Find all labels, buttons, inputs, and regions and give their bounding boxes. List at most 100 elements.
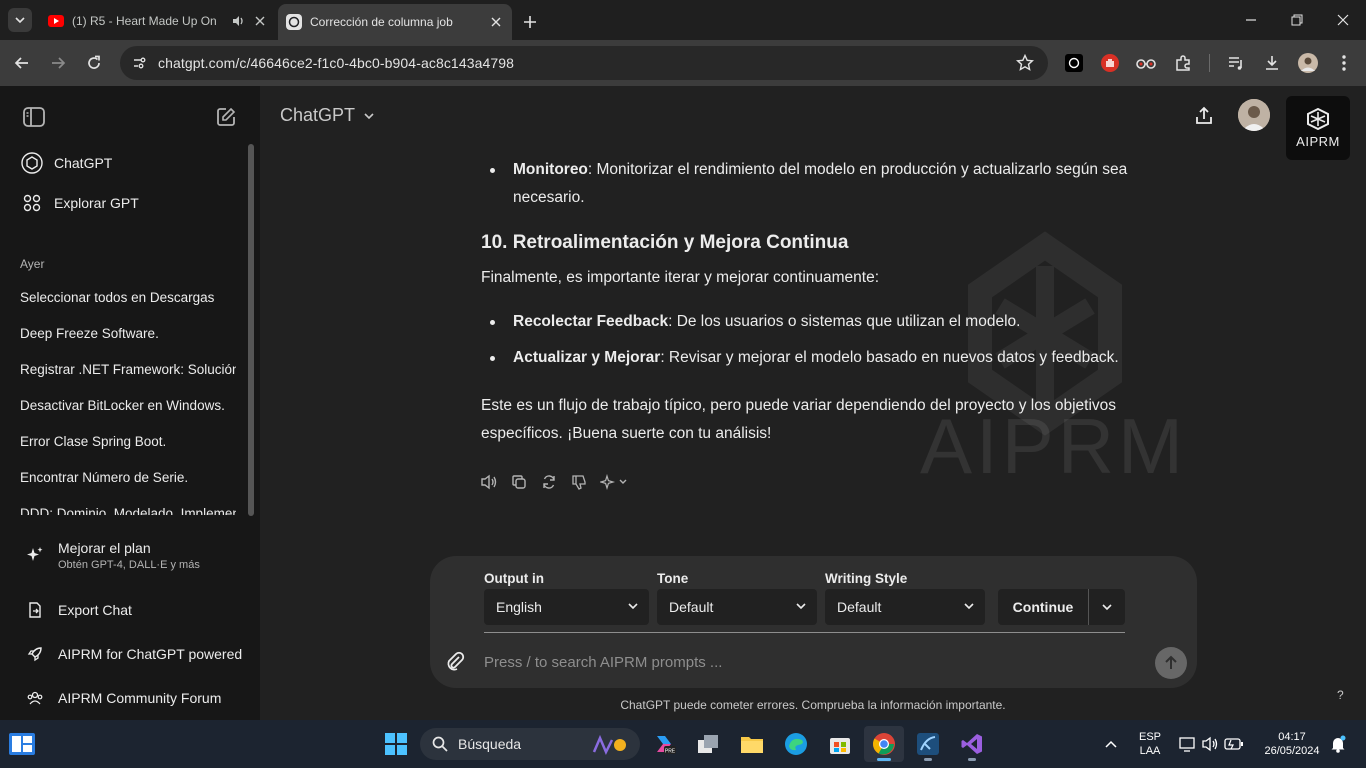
send-button[interactable] — [1155, 647, 1187, 679]
browser-tab-strip: (1) R5 - Heart Made Up On Corrección de … — [0, 0, 1366, 40]
tab-youtube[interactable]: (1) R5 - Heart Made Up On — [40, 6, 276, 36]
taskbar-search[interactable]: Búsqueda — [420, 728, 640, 760]
community-icon — [24, 687, 46, 709]
history-item[interactable]: Encontrar Número de Serie. — [10, 459, 236, 495]
taskbar-store[interactable] — [820, 726, 860, 762]
bookmark-star-icon[interactable] — [1015, 53, 1035, 77]
taskbar-edge[interactable] — [776, 726, 816, 762]
tone-select[interactable]: Default — [657, 589, 817, 625]
network-icon[interactable] — [1178, 734, 1198, 754]
aiprm-badge[interactable]: AIPRM — [1286, 96, 1350, 160]
profile-avatar-icon[interactable] — [1297, 52, 1319, 74]
forward-button[interactable] — [46, 51, 70, 75]
sidebar-item-explore-gpts[interactable]: Explorar GPT — [10, 185, 246, 221]
close-tab-icon[interactable] — [488, 14, 504, 30]
share-button[interactable] — [1192, 104, 1216, 128]
share-icon — [1196, 106, 1212, 124]
sidebar-link-label: AIPRM Community Forum — [58, 690, 222, 706]
keyboard-layout: LAA — [1139, 745, 1161, 757]
chat-history-list: Seleccionar todos en Descargas Deep Free… — [10, 279, 236, 516]
tab-title: (1) R5 - Heart Made Up On — [72, 14, 217, 28]
minimize-button[interactable] — [1228, 6, 1274, 34]
sidebar-item-label: ChatGPT — [54, 155, 113, 171]
search-label: Búsqueda — [458, 736, 522, 752]
extension-hand-icon[interactable] — [1099, 52, 1121, 74]
sidebar-scrollbar[interactable] — [248, 144, 254, 516]
regenerate-icon[interactable] — [539, 472, 559, 492]
taskbar-visual-studio[interactable] — [952, 726, 992, 762]
extension-glasses-icon[interactable] — [1135, 52, 1157, 74]
speaker-icon[interactable] — [230, 13, 246, 29]
list-item-text: : De los usuarios o sistemas que utiliza… — [668, 313, 1021, 330]
sidebar-icon — [23, 107, 45, 127]
notification-bell-icon[interactable] — [1328, 734, 1348, 754]
toggle-sidebar-button[interactable] — [21, 104, 47, 130]
browser-toolbar: chatgpt.com/c/46646ce2-f1c0-4bc0-b904-ac… — [0, 40, 1366, 86]
new-tab-button[interactable] — [518, 10, 542, 34]
prompt-input[interactable] — [484, 650, 1134, 674]
start-button[interactable] — [376, 726, 416, 762]
writing-style-select[interactable]: Default — [825, 589, 985, 625]
taskbar-copilot[interactable]: PRE — [644, 726, 684, 762]
sidebar-link-label: AIPRM for ChatGPT powered — [58, 646, 243, 662]
extensions-puzzle-icon[interactable] — [1172, 52, 1194, 74]
history-item[interactable]: Error Clase Spring Boot. — [10, 423, 236, 459]
continue-dropdown[interactable] — [1089, 601, 1125, 613]
export-chat-button[interactable]: Export Chat — [10, 598, 250, 622]
site-info-icon[interactable] — [126, 50, 152, 76]
taskbar-mysql-workbench[interactable] — [908, 726, 948, 762]
model-selector[interactable]: ChatGPT — [280, 105, 375, 126]
attach-file-button[interactable] — [444, 650, 466, 672]
taskbar-task-view[interactable] — [688, 726, 728, 762]
copy-icon[interactable] — [509, 472, 529, 492]
taskbar-file-explorer[interactable] — [732, 726, 772, 762]
history-item[interactable]: Desactivar BitLocker en Windows. — [10, 387, 236, 423]
upgrade-plan-button[interactable]: Mejorar el plan Obtén GPT-4, DALL·E y má… — [10, 534, 250, 576]
widgets-icon[interactable] — [8, 731, 36, 757]
continue-button[interactable]: Continue — [998, 589, 1125, 625]
workbench-icon — [917, 733, 939, 755]
new-chat-button[interactable] — [213, 104, 239, 130]
system-clock[interactable]: 04:17 26/05/2024 — [1252, 730, 1332, 758]
history-item[interactable]: Seleccionar todos en Descargas — [10, 279, 236, 315]
help-button[interactable]: ? — [1337, 688, 1344, 702]
history-item[interactable]: Registrar .NET Framework: Solución — [10, 351, 236, 387]
thumbs-down-icon[interactable] — [569, 472, 589, 492]
taskbar-chrome[interactable] — [864, 726, 904, 762]
browser-menu-icon[interactable] — [1333, 52, 1355, 74]
aiprm-community-forum-link[interactable]: AIPRM Community Forum — [10, 686, 250, 710]
sidebar-item-chatgpt[interactable]: ChatGPT — [10, 145, 246, 181]
user-avatar[interactable] — [1238, 99, 1270, 131]
restore-button[interactable] — [1274, 6, 1320, 34]
address-bar[interactable]: chatgpt.com/c/46646ce2-f1c0-4bc0-b904-ac… — [120, 46, 1048, 80]
media-control-icon[interactable] — [1225, 52, 1247, 74]
chevron-down-icon — [15, 17, 25, 24]
reload-button[interactable] — [82, 51, 106, 75]
chevron-down-icon — [796, 603, 806, 610]
change-model-icon[interactable] — [599, 472, 629, 492]
output-language-select[interactable]: English — [484, 589, 649, 625]
input-language-indicator[interactable]: ESP LAA — [1134, 730, 1166, 758]
tray-chevron-up-icon[interactable] — [1101, 734, 1121, 754]
back-button[interactable] — [10, 51, 34, 75]
aiprm-powered-link[interactable]: AIPRM for ChatGPT powered — [10, 642, 250, 666]
restore-icon — [1291, 14, 1303, 26]
volume-icon[interactable] — [1200, 734, 1220, 754]
extension-chatgpt-icon[interactable] — [1063, 52, 1085, 74]
close-window-button[interactable] — [1320, 6, 1366, 34]
tab-title: Corrección de columna job — [310, 15, 453, 29]
download-icon[interactable] — [1261, 52, 1283, 74]
history-item[interactable]: Deep Freeze Software. — [10, 315, 236, 351]
svg-text:PRE: PRE — [665, 749, 676, 755]
battery-icon[interactable] — [1224, 734, 1244, 754]
paragraph: Finalmente, es importante iterar y mejor… — [481, 269, 880, 286]
upgrade-title: Mejorar el plan — [58, 539, 151, 556]
history-item[interactable]: DDD: Dominio, Modelado, Implementación — [10, 495, 236, 516]
tab-chatgpt[interactable]: Corrección de columna job — [278, 4, 512, 40]
store-icon — [830, 738, 850, 754]
search-icon — [432, 736, 448, 752]
read-aloud-icon[interactable] — [479, 472, 499, 492]
windows-taskbar: Búsqueda PRE ESP LAA 04:17 26/05/2024 — [0, 720, 1366, 768]
close-tab-icon[interactable] — [252, 13, 268, 29]
tab-search-button[interactable] — [8, 8, 32, 32]
